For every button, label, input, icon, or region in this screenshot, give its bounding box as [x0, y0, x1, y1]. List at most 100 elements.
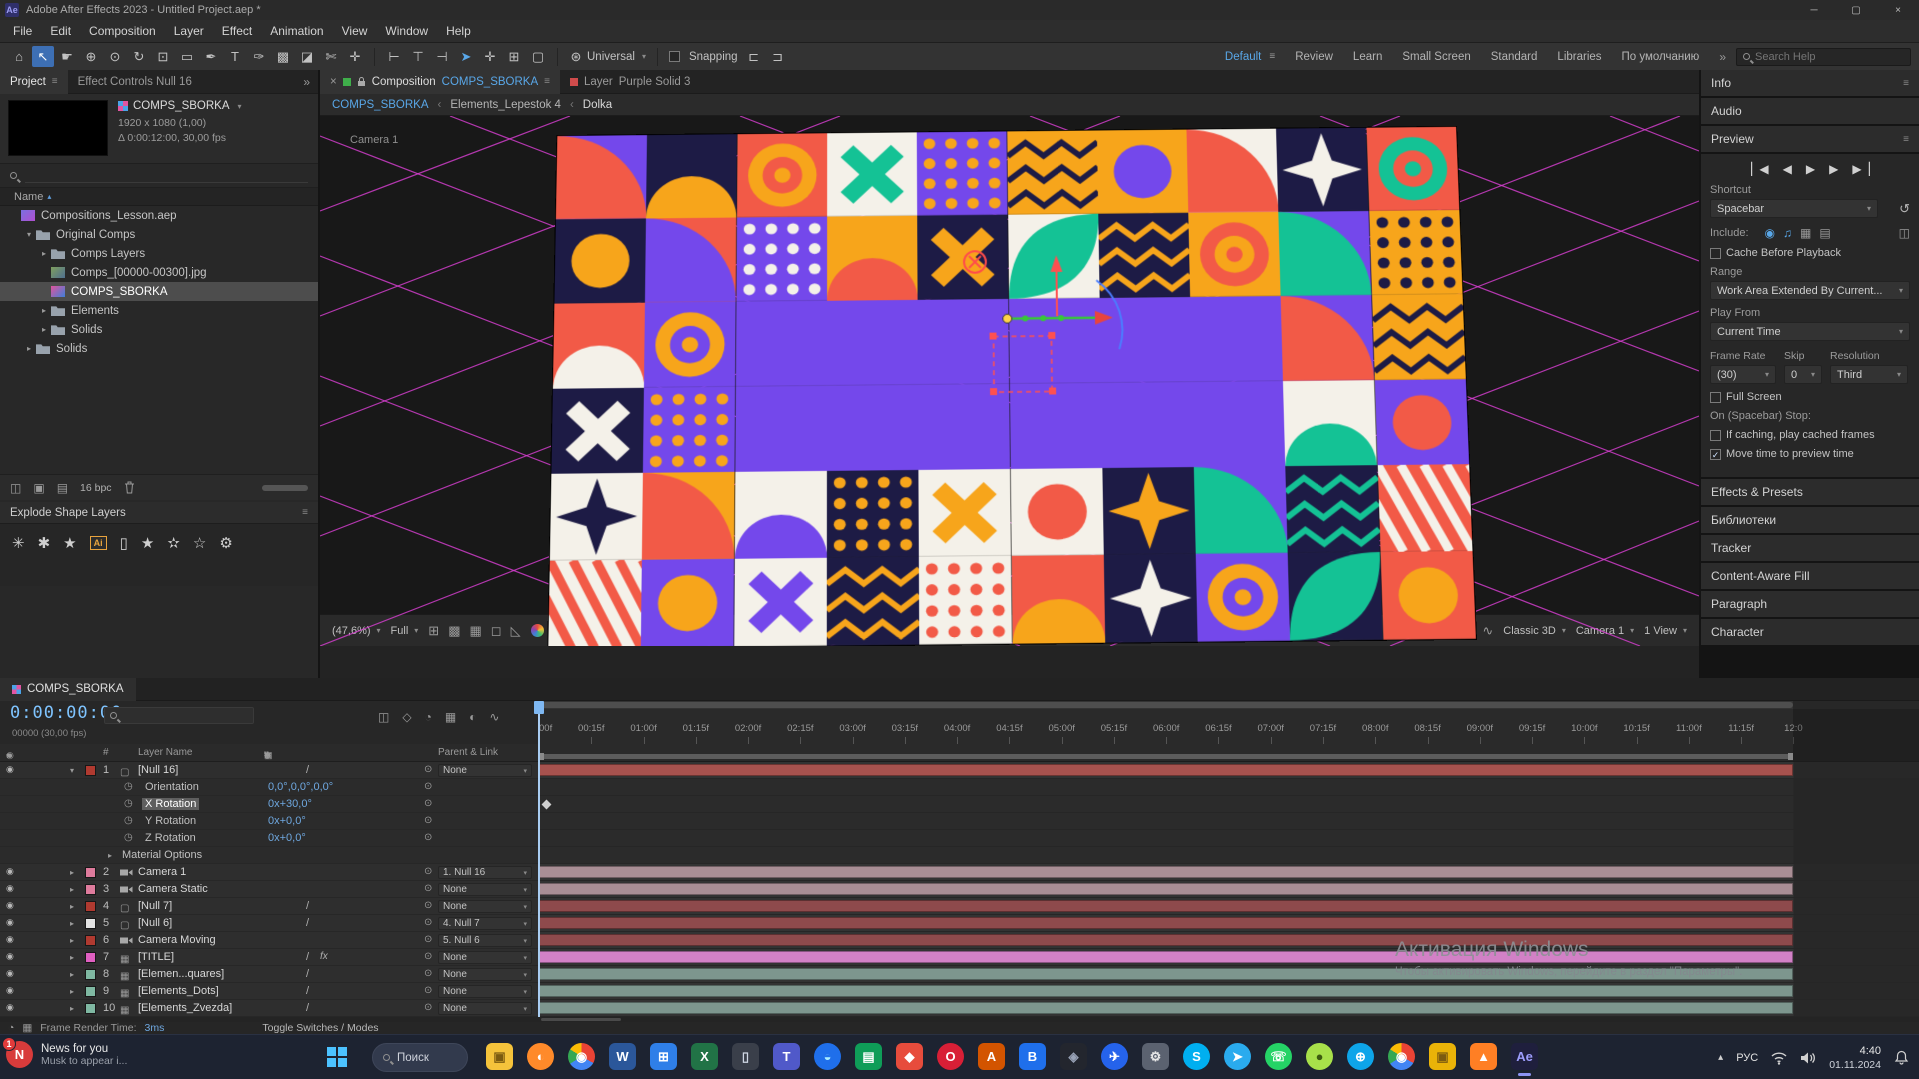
track-row[interactable]	[539, 847, 1919, 864]
project-item-comps-00000-00300-jpg[interactable]: Comps_[00000-00300].jpg	[0, 263, 318, 282]
time-navigator[interactable]	[539, 701, 1919, 709]
parent-dropdown[interactable]: 1. Null 16 ▾	[438, 866, 532, 879]
label-color-swatch[interactable]	[86, 919, 95, 928]
layer-duration-bar[interactable]	[539, 1002, 1794, 1014]
star-solid-icon[interactable]: ★	[141, 534, 154, 552]
access-icon[interactable]: ◆	[896, 1043, 923, 1070]
firefox-icon[interactable]: ◐	[527, 1043, 554, 1070]
project-search[interactable]	[0, 164, 318, 188]
label-color-swatch[interactable]	[86, 902, 95, 911]
frame-rate-dropdown[interactable]: (30) ▾	[1710, 365, 1776, 384]
track-row[interactable]	[539, 881, 1919, 898]
layer-row[interactable]: ◉ ▸ 8 ▦ [Elemen...quares] / ⊙ None ▾	[0, 966, 539, 983]
dark-app-icon[interactable]: ◈	[1060, 1043, 1087, 1070]
snap-features-icon[interactable]: ⊐	[767, 46, 789, 67]
sheets-icon[interactable]: ▤	[855, 1043, 882, 1070]
transform-gizmo[interactable]	[947, 238, 1169, 428]
hand-tool-icon[interactable]: ☛	[56, 46, 78, 67]
expand-arrow-icon[interactable]: ▾	[70, 766, 74, 775]
quality-switch[interactable]: /	[306, 900, 309, 912]
property-name[interactable]: Y Rotation	[142, 815, 199, 827]
track-row[interactable]	[539, 779, 1919, 796]
checkbox[interactable]	[1710, 247, 1721, 259]
expand-arrow-icon[interactable]: ▸	[70, 987, 74, 996]
home-tool-icon[interactable]: ⌂	[8, 46, 30, 67]
property-value[interactable]: 0x+0,0°	[268, 815, 306, 827]
checkbox[interactable]	[1710, 391, 1721, 403]
expand-arrow-icon[interactable]: ▸	[70, 885, 74, 894]
layer-name[interactable]: Camera Moving	[138, 934, 216, 946]
property-name[interactable]: X Rotation	[142, 798, 200, 810]
menu-composition[interactable]: Composition	[80, 24, 165, 38]
include-video-icon[interactable]: ◉	[1765, 226, 1775, 240]
menu-view[interactable]: View	[333, 24, 377, 38]
layer-name[interactable]: [Elements_Zvezda]	[138, 1002, 232, 1014]
skip-dropdown[interactable]: 0 ▾	[1784, 365, 1822, 384]
property-row[interactable]: ▸ Material Options	[0, 847, 539, 864]
tab-layer[interactable]: Layer Purple Solid 3	[560, 70, 700, 94]
skype-icon[interactable]: S	[1183, 1043, 1210, 1070]
tray-overflow-icon[interactable]: ▴	[1718, 1052, 1723, 1063]
chrome-profile-icon[interactable]: ◉	[1388, 1043, 1415, 1070]
workspace-default[interactable]: Default	[1225, 51, 1261, 63]
workspace-learn[interactable]: Learn	[1353, 51, 1382, 63]
lime-app-icon[interactable]: ●	[1306, 1043, 1333, 1070]
quality-switch[interactable]: /	[306, 917, 309, 929]
layer-row[interactable]: ◉ ▸ 2 Camera 1 ⊙ 1. Null 16 ▾	[0, 864, 539, 881]
layer-name[interactable]: [Null 6]	[138, 917, 172, 929]
start-button[interactable]	[326, 1046, 348, 1068]
type-tool-icon[interactable]: T	[224, 46, 246, 67]
visibility-eye-icon[interactable]: ◉	[6, 917, 14, 928]
pick-whip-icon[interactable]: ⊙	[424, 934, 432, 945]
track-row[interactable]	[539, 813, 1919, 830]
layer-name[interactable]: [Elemen...quares]	[138, 968, 224, 980]
breadcrumb-precomp[interactable]: Elements_Lepestok 4	[450, 99, 561, 111]
selection-tool-icon[interactable]: ↖	[32, 46, 54, 67]
play-from-dropdown[interactable]: Current Time ▾	[1710, 322, 1910, 341]
visibility-eye-icon[interactable]: ◉	[6, 985, 14, 996]
panel-menu-icon[interactable]: ≡	[1903, 134, 1909, 145]
move-time-option[interactable]: ✓ Move time to preview time	[1710, 448, 1910, 460]
timeline-search-input[interactable]	[123, 710, 255, 721]
safari-icon[interactable]: ✈	[1101, 1043, 1128, 1070]
previous-frame-button[interactable]: ◀	[1783, 162, 1792, 176]
maximize-button[interactable]: ▢	[1835, 0, 1877, 20]
breadcrumb-current[interactable]: Dolka	[583, 99, 612, 111]
pick-whip-icon[interactable]: ⊙	[424, 1002, 432, 1013]
settings-icon[interactable]: ⚙	[1142, 1043, 1169, 1070]
visibility-eye-icon[interactable]: ◉	[6, 1002, 14, 1013]
after-effects-icon[interactable]: Ae	[1511, 1043, 1538, 1076]
layer-name[interactable]: [TITLE]	[138, 951, 174, 963]
pick-whip-icon[interactable]: ⊙	[424, 900, 432, 911]
menu-file[interactable]: File	[4, 24, 41, 38]
3d-layer-switch-icon[interactable]: ◇	[264, 750, 271, 761]
network-icon[interactable]	[1771, 1051, 1787, 1065]
track-row[interactable]	[539, 864, 1919, 881]
close-tab-icon[interactable]: ×	[330, 76, 337, 88]
workspace-menu-icon[interactable]: ≡	[1269, 51, 1275, 62]
word-icon[interactable]: W	[609, 1043, 636, 1070]
layer-name[interactable]: Camera 1	[138, 866, 186, 878]
workspace-review[interactable]: Review	[1295, 51, 1333, 63]
cache-before-playback-option[interactable]: Cache Before Playback	[1710, 247, 1910, 259]
track-row[interactable]	[539, 762, 1919, 779]
stopwatch-icon[interactable]: ◷	[124, 781, 133, 792]
brush-tool-icon[interactable]: ✑	[248, 46, 270, 67]
full-screen-option[interactable]: Full Screen	[1710, 391, 1910, 403]
panel-preview[interactable]: Preview ≡	[1701, 126, 1919, 152]
quality-switch[interactable]: /	[306, 1002, 309, 1014]
expand-arrow-icon[interactable]: ▸	[70, 1004, 74, 1013]
menu-layer[interactable]: Layer	[165, 24, 213, 38]
parent-dropdown[interactable]: None ▾	[438, 764, 532, 777]
snap-edges-icon[interactable]: ⊏	[743, 46, 765, 67]
parent-dropdown[interactable]: 5. Null 6 ▾	[438, 934, 532, 947]
expand-arrow-icon[interactable]: ▸	[70, 868, 74, 877]
time-ruler[interactable]: 00f 00:15f 01:00f 01:15f 02:00f 02:15f 03:00f 0…	[539, 701, 1919, 762]
play-cached-frames-option[interactable]: If caching, play cached frames	[1710, 429, 1910, 441]
explode-star-sketch-icon[interactable]: ★	[63, 534, 76, 552]
visibility-eye-icon[interactable]: ◉	[6, 866, 14, 877]
toggle-switches-modes-button[interactable]: Toggle Switches / Modes	[262, 1022, 378, 1034]
opera-icon[interactable]: O	[937, 1043, 964, 1070]
property-name[interactable]: Z Rotation	[142, 832, 199, 844]
layer-row[interactable]: ◉ ▸ 6 Camera Moving ⊙ 5. Null 6 ▾	[0, 932, 539, 949]
